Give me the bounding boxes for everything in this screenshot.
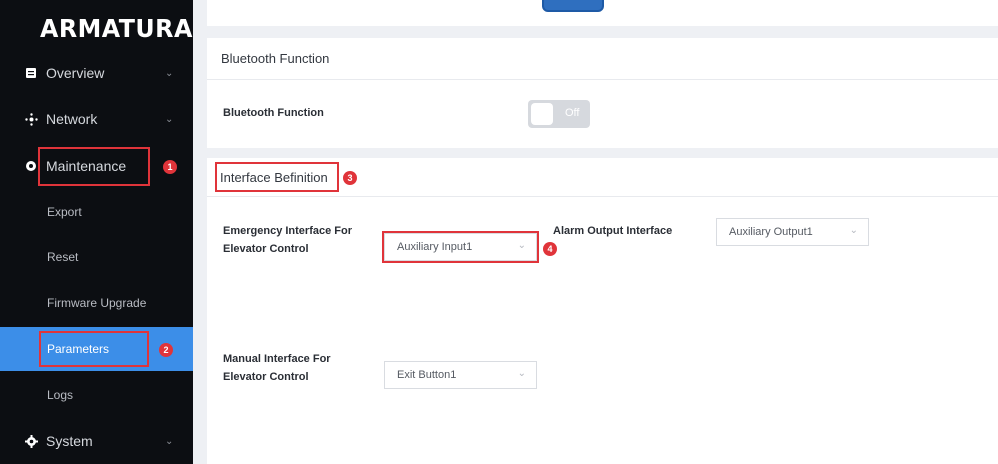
highlight-emergency-select [382,231,539,263]
annotation-badge-3: 3 [343,171,357,185]
sidebar-subitem-label: Reset [47,250,79,264]
sidebar-subitem-export[interactable]: Export [0,190,193,234]
section-divider [207,79,998,80]
gear-icon [24,434,38,448]
annotation-badge-4: 4 [543,242,557,256]
brand-logo: ARMATURA [40,14,193,43]
bluetooth-section-title: Bluetooth Function [221,51,330,66]
emergency-label-line2: Elevator Control [223,243,309,255]
wrench-icon [24,159,38,173]
bluetooth-section-card: Bluetooth Function Bluetooth Function Of… [207,38,998,148]
sidebar-item-label: System [46,433,93,449]
chevron-down-icon: ⌄ [165,113,174,125]
highlight-interface-title [215,162,339,192]
select-value: Auxiliary Output1 [729,226,813,238]
previous-section-card [207,0,998,26]
sidebar-item-overview[interactable]: Overview ⌄ [0,50,193,96]
bluetooth-function-label: Bluetooth Function [223,107,324,119]
sidebar: ARMATURA Overview ⌄ Network ⌄ Maintenanc… [0,0,193,464]
previous-toggle[interactable] [542,0,604,12]
sidebar-subitem-label: Logs [47,388,74,402]
manual-label-line1: Manual Interface For [223,353,331,365]
sidebar-item-network[interactable]: Network ⌄ [0,96,193,142]
network-icon [24,112,38,126]
emergency-interface-label: Emergency Interface For Elevator Control [223,222,352,258]
sidebar-item-label: Overview [46,65,105,81]
sidebar-subitem-label: Export [47,205,82,219]
toggle-state-text: Off [565,107,580,119]
highlight-maintenance [38,147,150,186]
sidebar-item-system[interactable]: System ⌄ [0,418,193,464]
page: ARMATURA Overview ⌄ Network ⌄ Maintenanc… [0,0,998,464]
sidebar-subitem-firmware-upgrade[interactable]: Firmware Upgrade [0,281,193,325]
interface-section-card: Interface Befinition 3 Emergency Interfa… [207,158,998,464]
emergency-label-line1: Emergency Interface For [223,225,352,237]
chevron-down-icon: ⌄ [165,435,174,447]
manual-interface-label: Manual Interface For Elevator Control [223,350,331,386]
manual-label-line2: Elevator Control [223,371,309,383]
select-value: Exit Button1 [397,369,457,381]
chevron-down-icon: ⌄ [849,225,858,236]
sidebar-item-label: Network [46,111,98,127]
alarm-output-select[interactable]: Auxiliary Output1 ⌄ [716,218,869,246]
bluetooth-toggle[interactable]: Off [528,100,590,128]
chevron-down-icon: ⌄ [165,67,174,79]
sidebar-subitem-logs[interactable]: Logs [0,373,193,417]
document-icon [24,66,38,80]
main-content: Bluetooth Function Bluetooth Function Of… [193,0,998,464]
chevron-down-icon: ⌄ [517,368,526,379]
highlight-parameters [39,331,149,367]
toggle-knob [531,103,553,125]
manual-interface-select[interactable]: Exit Button1 ⌄ [384,361,537,389]
annotation-badge-1: 1 [163,160,177,174]
sidebar-subitem-label: Firmware Upgrade [47,296,147,310]
sidebar-subitem-reset[interactable]: Reset [0,235,193,279]
annotation-badge-2: 2 [159,343,173,357]
section-divider [207,196,998,197]
alarm-output-label: Alarm Output Interface [553,225,673,237]
